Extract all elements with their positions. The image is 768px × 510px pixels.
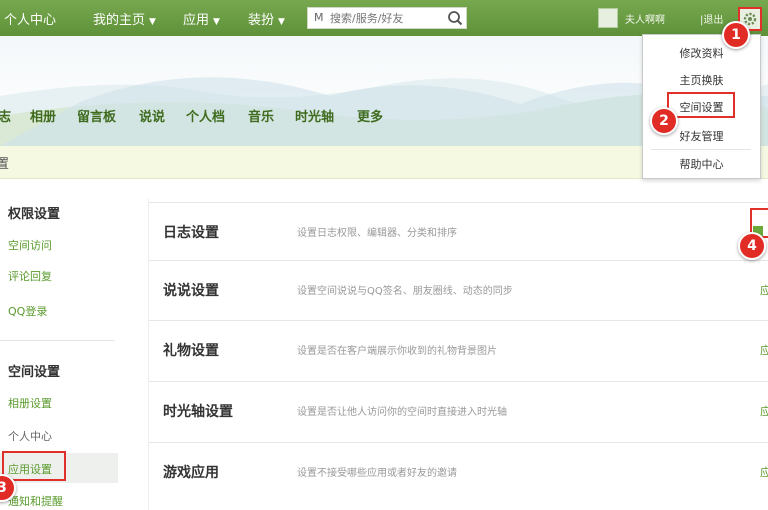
sidebar-divider: [0, 340, 115, 341]
step-marker-1: 1: [722, 21, 750, 49]
nav-my-homepage[interactable]: 我的主页 ▼: [93, 9, 156, 28]
nav-apps[interactable]: 应用 ▼: [183, 9, 220, 28]
tab-music[interactable]: 音乐: [248, 106, 274, 125]
search-input[interactable]: [330, 10, 440, 26]
sidebar-item-comment-reply[interactable]: 评论回复: [8, 268, 52, 284]
settings-row-description: 设置空间说说与QQ签名、朋友圈线、动态的同步: [297, 286, 513, 297]
settings-row-action-link[interactable]: 应: [760, 464, 768, 480]
chevron-down-icon: ▼: [213, 17, 220, 27]
settings-list: 日志设置 设置日志权限、编辑器、分类和排序 说说设置 设置空间说说与QQ签名、朋…: [148, 198, 768, 510]
settings-row-action-link[interactable]: 应: [760, 282, 768, 298]
settings-row-title: 说说设置: [163, 283, 219, 299]
settings-row-title: 礼物设置: [163, 343, 219, 359]
nav-personal-center[interactable]: 个人中心: [4, 9, 56, 28]
settings-row-action-link[interactable]: 应: [760, 403, 768, 419]
menu-item-change-skin[interactable]: 主页换肤: [643, 72, 760, 88]
tab-blog[interactable]: 志: [0, 106, 11, 125]
menu-item-help-center[interactable]: 帮助中心: [643, 156, 760, 172]
nav-dressup-label: 装扮: [248, 13, 275, 28]
settings-row-games[interactable]: 游戏应用 设置不接受哪些应用或者好友的邀请 应: [149, 442, 768, 501]
settings-row-blog[interactable]: 日志设置 设置日志权限、编辑器、分类和排序: [149, 202, 768, 261]
step-marker-4: 4: [738, 232, 766, 260]
chevron-down-icon: ▼: [149, 17, 156, 27]
tab-messageboard[interactable]: 留言板: [77, 106, 116, 125]
tab-timeline[interactable]: 时光轴: [295, 106, 334, 125]
menu-divider: [651, 149, 751, 150]
sidebar-item-album-settings[interactable]: 相册设置: [8, 395, 52, 411]
settings-row-title: 游戏应用: [163, 465, 219, 481]
nav-my-homepage-label: 我的主页: [93, 13, 146, 28]
tab-more[interactable]: 更多: [357, 106, 383, 125]
sidebar-heading-space-settings: 空间设置: [8, 365, 61, 380]
settings-row-title: 时光轴设置: [163, 404, 233, 420]
search-type-prefix[interactable]: M: [314, 11, 324, 24]
settings-row-timeline[interactable]: 时光轴设置 设置是否让他人访问你的空间时直接进入时光轴 应: [149, 381, 768, 440]
settings-row-description: 设置不接受哪些应用或者好友的邀请: [297, 468, 457, 479]
settings-row-description: 设置是否让他人访问你的空间时直接进入时光轴: [297, 407, 507, 418]
user-name[interactable]: 夫人啊啊: [625, 11, 665, 26]
settings-row-description: 设置日志权限、编辑器、分类和排序: [297, 228, 457, 239]
nav-dressup[interactable]: 装扮 ▼: [248, 9, 285, 28]
sidebar-app-settings-highlight-box: [2, 451, 66, 481]
sidebar-heading-permissions: 权限设置: [8, 207, 61, 222]
sidebar-item-qq-login[interactable]: QQ登录: [8, 303, 47, 319]
avatar[interactable]: [598, 8, 618, 28]
nav-apps-label: 应用: [183, 13, 210, 28]
search-box: M: [307, 7, 467, 29]
top-navigation-bar: 个人中心 我的主页▼ 应用▼ 装扮▼ M 夫人啊啊 |退出: [0, 0, 768, 36]
settings-row-shuoshuo[interactable]: 说说设置 设置空间说说与QQ签名、朋友圈线、动态的同步 应: [149, 260, 768, 319]
chevron-down-icon: ▼: [278, 17, 285, 27]
sidebar-item-personal-center[interactable]: 个人中心: [8, 428, 52, 444]
tab-photos[interactable]: 相册: [30, 106, 56, 125]
settings-row-description: 设置是否在客户端展示你收到的礼物背景图片: [297, 346, 497, 357]
step-marker-2: 2: [650, 107, 678, 135]
page-title: 置: [0, 157, 10, 172]
settings-row-gift[interactable]: 礼物设置 设置是否在客户端展示你收到的礼物背景图片 应: [149, 320, 768, 379]
sidebar-item-space-access[interactable]: 空间访问: [8, 237, 52, 253]
settings-row-action-link[interactable]: 应: [760, 342, 768, 358]
sidebar-item-notifications[interactable]: 通知和提醒: [8, 493, 63, 509]
settings-row-title: 日志设置: [163, 225, 219, 241]
tab-profile[interactable]: 个人档: [186, 106, 225, 125]
search-icon[interactable]: [446, 9, 464, 27]
tab-shuoshuo[interactable]: 说说: [139, 106, 165, 125]
logout-link[interactable]: |退出: [700, 11, 723, 26]
